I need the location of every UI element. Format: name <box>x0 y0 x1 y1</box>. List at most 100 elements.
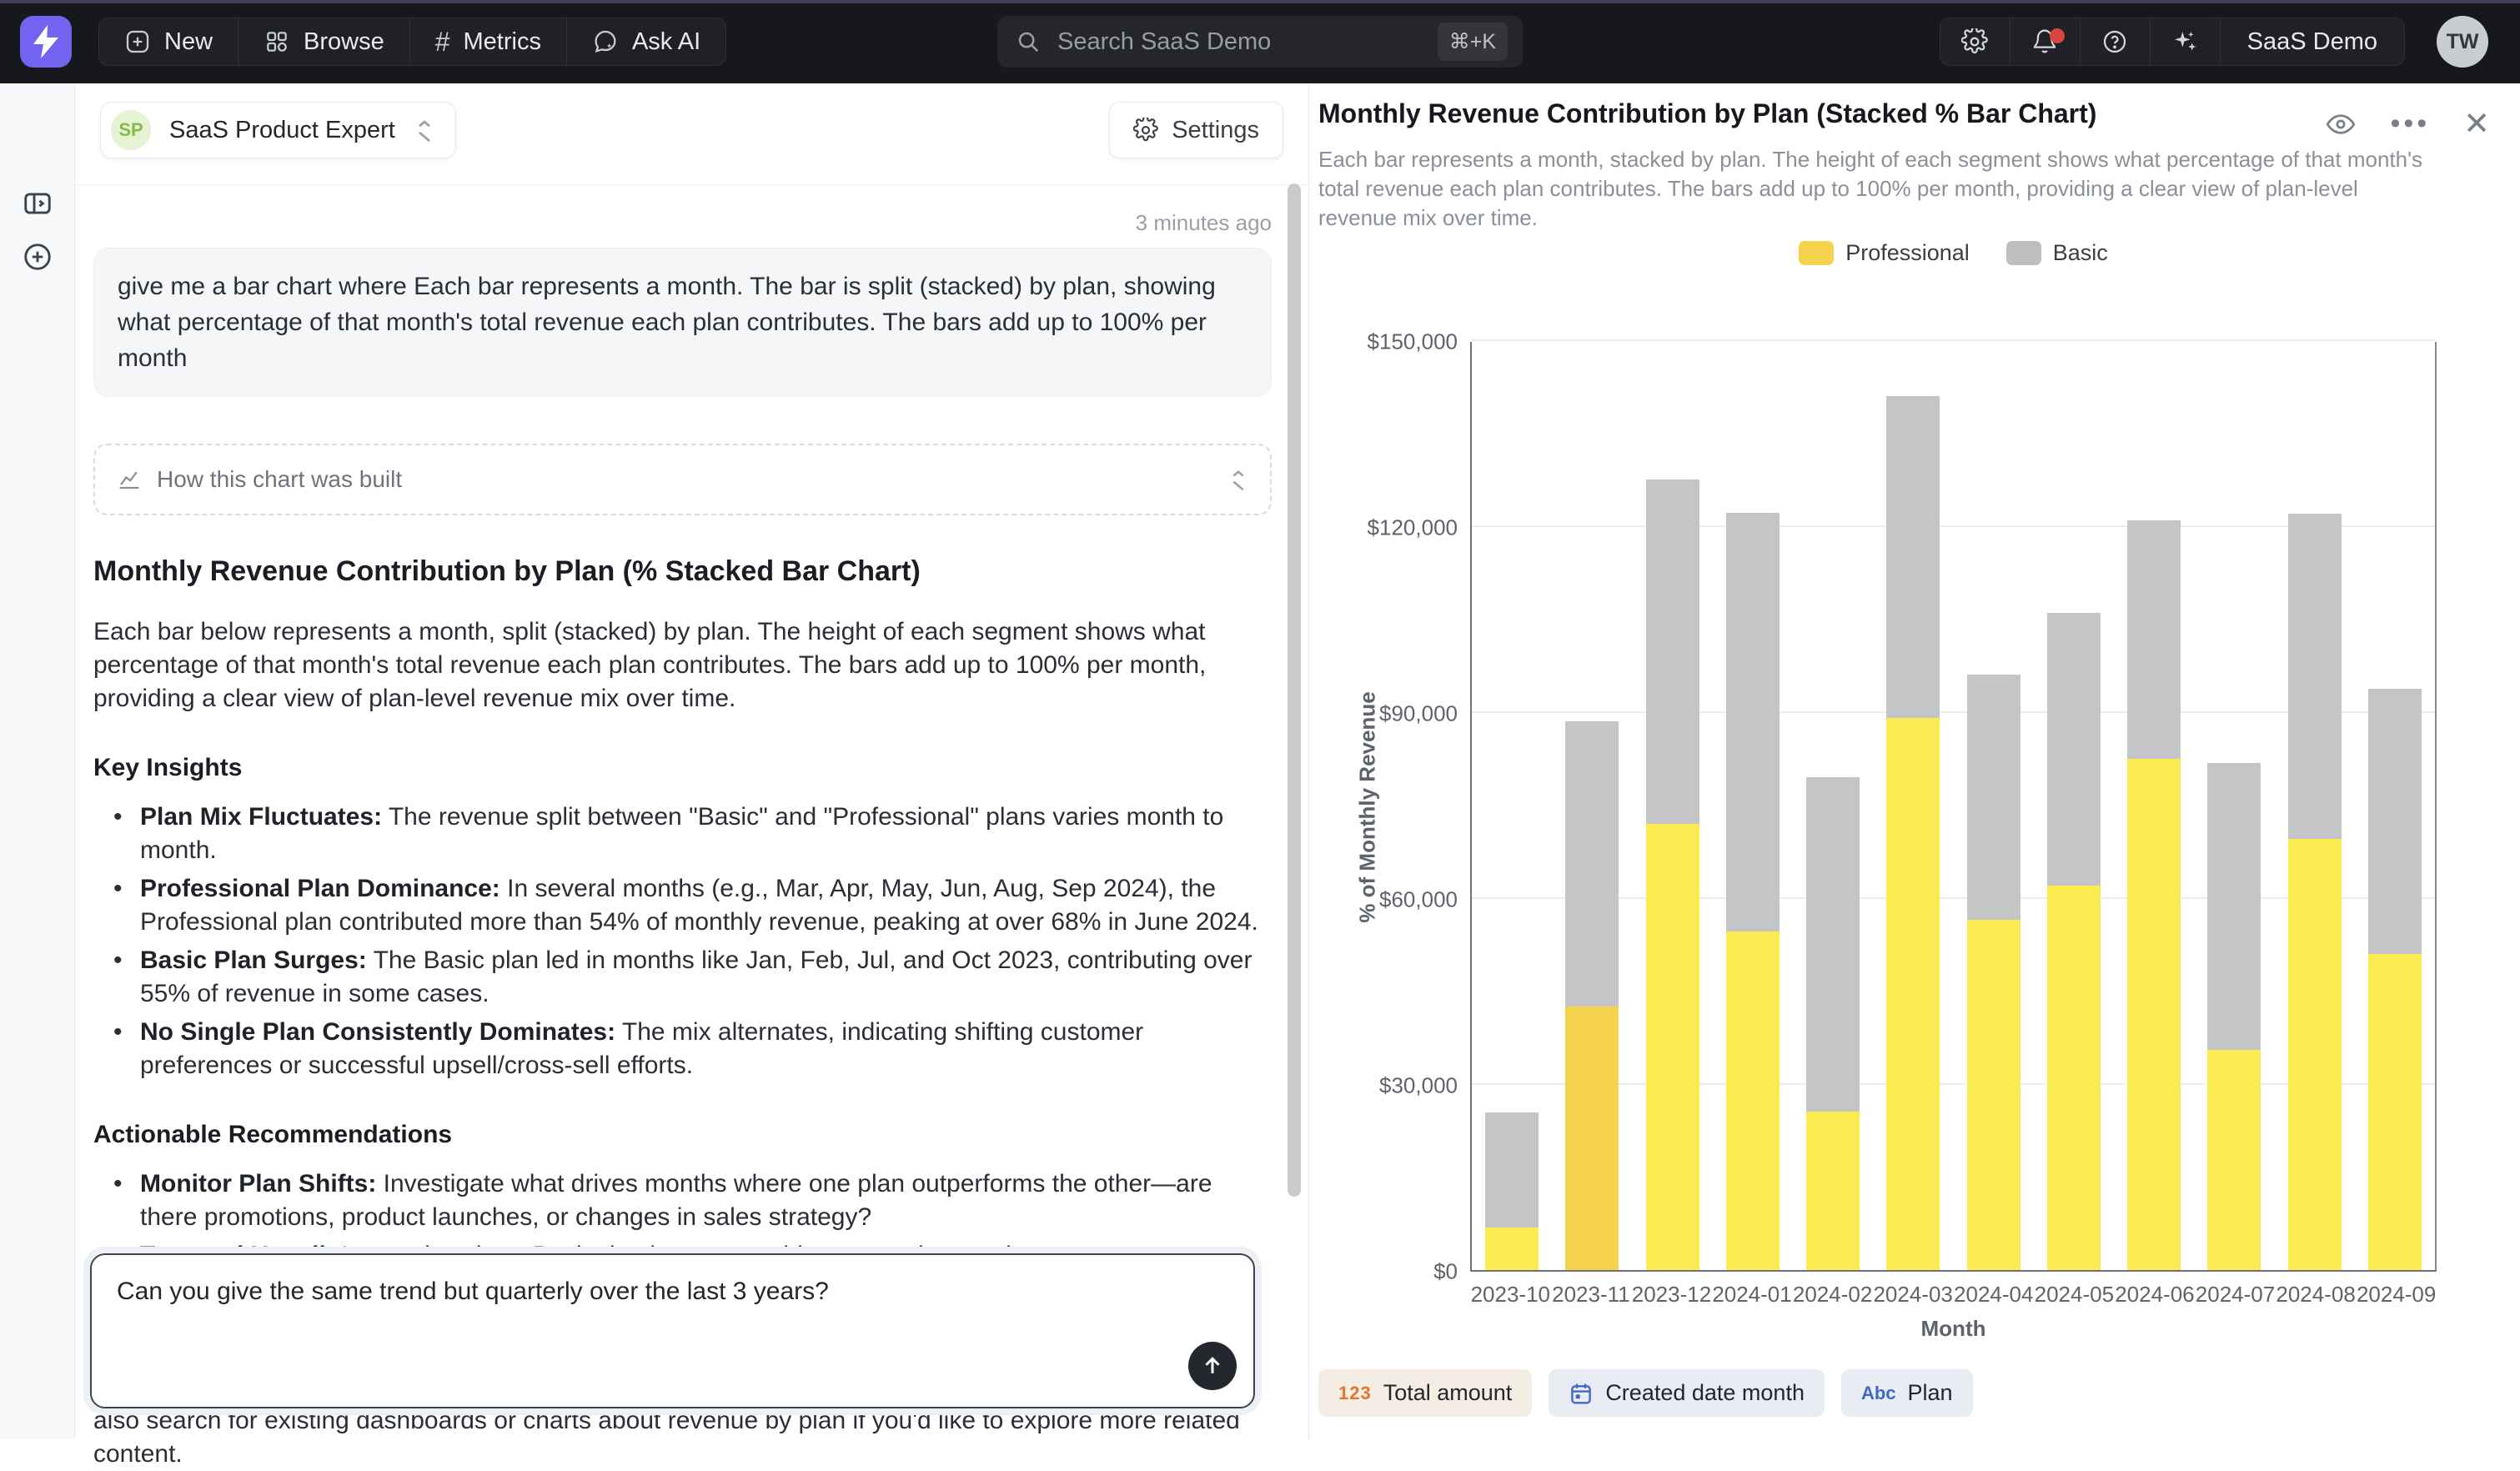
agent-selector[interactable]: SP SaaS Product Expert <box>100 102 456 158</box>
segment-professional[interactable] <box>1806 1112 1860 1270</box>
view-eye-button[interactable] <box>2325 108 2357 140</box>
notifications-button[interactable] <box>2010 18 2081 65</box>
legend-swatch <box>1799 241 1834 265</box>
ai-sparkles-button[interactable] <box>2151 18 2221 65</box>
stacked-bar-2024-09[interactable] <box>2368 689 2422 1270</box>
segment-professional[interactable] <box>2047 886 2101 1270</box>
field-chip-total-amount[interactable]: 123 Total amount <box>1318 1369 1532 1417</box>
how-chart-built-toggle[interactable]: How this chart was built <box>93 444 1272 515</box>
chevron-updown-icon <box>1228 468 1248 491</box>
panel-toggle-icon <box>22 188 53 219</box>
legend-item-professional[interactable]: Professional <box>1799 240 1970 266</box>
stacked-bar-2023-11[interactable] <box>1565 721 1619 1270</box>
stacked-bar-2024-06[interactable] <box>2127 520 2181 1270</box>
stacked-bar-2024-07[interactable] <box>2207 763 2261 1270</box>
sparkles-icon <box>2171 28 2198 55</box>
stacked-bar-2024-03[interactable] <box>1886 396 1940 1270</box>
segment-professional[interactable] <box>2207 1050 2261 1270</box>
x-tick-label: 2024-09 <box>2356 1282 2437 1308</box>
chat-input[interactable]: Can you give the same trend but quarterl… <box>90 1253 1255 1408</box>
segment-professional[interactable] <box>1565 1007 1619 1270</box>
browse-button[interactable]: Browse <box>238 18 410 65</box>
segment-professional[interactable] <box>2288 839 2342 1270</box>
chart-subtitle: Each bar represents a month, stacked by … <box>1318 145 2440 233</box>
agent-settings-button[interactable]: Settings <box>1109 102 1283 158</box>
help-button[interactable] <box>2081 18 2151 65</box>
y-tick-label: $30,000 <box>1379 1073 1458 1099</box>
segment-basic[interactable] <box>2047 613 2101 886</box>
agent-avatar: SP <box>111 110 151 150</box>
bullet-item: Plan Mix Fluctuates: The revenue split b… <box>93 801 1272 867</box>
stacked-bar-2024-01[interactable] <box>1726 513 1780 1270</box>
bullet-item: No Single Plan Consistently Dominates: T… <box>93 1016 1272 1082</box>
segment-basic[interactable] <box>1565 721 1619 1007</box>
new-thread-button[interactable] <box>19 238 56 275</box>
user-avatar[interactable]: TW <box>2437 16 2488 68</box>
chart-panel: Monthly Revenue Contribution by Plan (St… <box>1309 83 2520 1439</box>
segment-basic[interactable] <box>2127 520 2181 758</box>
bar-slot <box>1472 342 1552 1270</box>
x-tick-label: 2024-03 <box>1873 1282 1954 1308</box>
app-logo[interactable] <box>20 16 72 68</box>
field-chip-plan[interactable]: Abc Plan <box>1841 1369 1973 1417</box>
message-timestamp: 3 minutes ago <box>93 210 1272 236</box>
chat-scrollbar[interactable] <box>1288 183 1301 1197</box>
avatar-initials: TW <box>2447 30 2479 54</box>
org-name: SaaS Demo <box>2247 28 2377 56</box>
segment-basic[interactable] <box>2207 763 2261 1050</box>
metrics-hash-icon: # <box>435 27 450 58</box>
segment-basic[interactable] <box>1485 1112 1539 1228</box>
more-options-button[interactable]: ••• <box>2390 108 2430 140</box>
toggle-sidebar-button[interactable] <box>19 185 56 222</box>
bar-slot <box>2355 342 2435 1270</box>
window-accent-strip <box>0 0 2520 3</box>
chart-line-icon <box>117 467 142 492</box>
bar-slot <box>2275 342 2355 1270</box>
segment-basic[interactable] <box>2288 514 2342 839</box>
stacked-bar-2024-02[interactable] <box>1806 777 1860 1270</box>
x-tick-label: 2023-12 <box>1631 1282 1712 1308</box>
ask-ai-button[interactable]: Ask AI <box>567 18 725 65</box>
stacked-bar-2024-04[interactable] <box>1967 675 2021 1270</box>
key-insights-heading: Key Insights <box>93 754 1272 782</box>
legend-item-basic[interactable]: Basic <box>2006 240 2108 266</box>
segment-basic[interactable] <box>1726 513 1780 931</box>
chat-panel: SP SaaS Product Expert Settings 3 minute… <box>75 83 1309 1439</box>
segment-professional[interactable] <box>1646 824 1699 1270</box>
stacked-bar-2023-12[interactable] <box>1646 479 1699 1270</box>
segment-professional[interactable] <box>1967 920 2021 1270</box>
bar-slot <box>1552 342 1632 1270</box>
bar-slot <box>2194 342 2274 1270</box>
close-panel-button[interactable]: ✕ <box>2463 105 2490 143</box>
new-button[interactable]: New <box>99 18 238 65</box>
chart-bars <box>1472 342 2435 1270</box>
segment-professional[interactable] <box>2368 954 2422 1270</box>
global-search-input[interactable]: Search SaaS Demo ⌘+K <box>997 16 1523 68</box>
segment-basic[interactable] <box>1806 777 1860 1112</box>
segment-basic[interactable] <box>1646 479 1699 824</box>
segment-basic[interactable] <box>1886 396 1940 719</box>
segment-basic[interactable] <box>1967 675 2021 920</box>
metrics-button[interactable]: # Metrics <box>410 18 567 65</box>
abc-text-icon: Abc <box>1861 1383 1896 1404</box>
org-switcher[interactable]: SaaS Demo <box>2221 18 2404 65</box>
segment-professional[interactable] <box>1886 718 1940 1270</box>
settings-nav-button[interactable] <box>1940 18 2010 65</box>
x-tick-label: 2024-02 <box>1792 1282 1873 1308</box>
field-chip-created-date-month[interactable]: Created date month <box>1549 1369 1825 1417</box>
gear-icon <box>1133 118 1158 143</box>
stacked-bar-2024-05[interactable] <box>2047 613 2101 1270</box>
send-button[interactable] <box>1188 1342 1237 1390</box>
chat-input-value: Can you give the same trend but quarterl… <box>117 1275 1228 1308</box>
stacked-bar-2024-08[interactable] <box>2288 514 2342 1270</box>
legend-label: Basic <box>2053 240 2108 266</box>
chip-label: Created date month <box>1605 1380 1805 1406</box>
recommendations-heading: Actionable Recommendations <box>93 1121 1272 1149</box>
segment-professional[interactable] <box>1485 1228 1539 1270</box>
segment-professional[interactable] <box>2127 759 2181 1270</box>
stacked-bar-2023-10[interactable] <box>1485 1112 1539 1270</box>
segment-professional[interactable] <box>1726 931 1780 1270</box>
how-built-label: How this chart was built <box>157 466 1213 493</box>
segment-basic[interactable] <box>2368 689 2422 954</box>
x-tick-label: 2023-11 <box>1551 1282 1632 1308</box>
